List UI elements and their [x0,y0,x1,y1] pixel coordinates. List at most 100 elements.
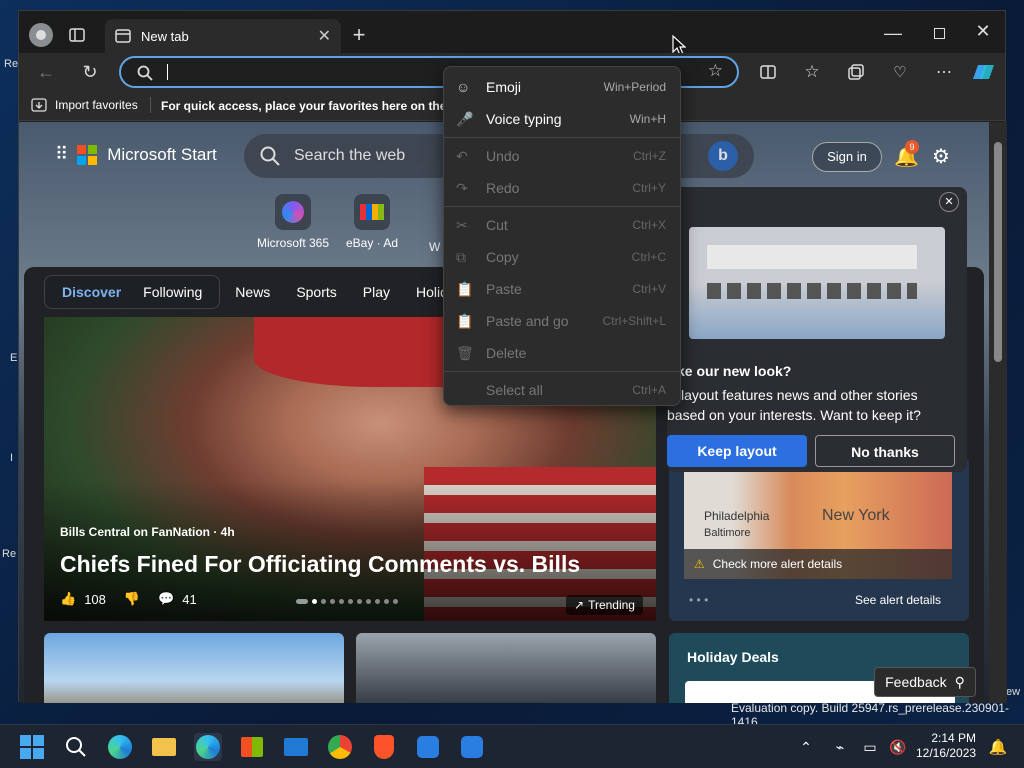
carousel-dots[interactable] [296,599,398,604]
tab-sports[interactable]: Sports [285,275,347,309]
trending-label: Trending [588,598,635,612]
display-icon[interactable]: ▭ [856,733,884,761]
store-icon[interactable] [238,733,266,761]
tab-following[interactable]: Following [132,275,213,309]
preview-tiles [707,283,917,299]
collections-icon[interactable] [845,61,867,83]
edge-icon[interactable] [194,733,222,761]
paste-icon: 📋 [456,280,474,297]
bing-icon[interactable]: b [708,141,738,171]
weather-dots: • • • [689,593,709,607]
dislike-icon[interactable]: 👎 [124,591,140,607]
notification-bell-icon[interactable]: 🔔 [984,733,1012,761]
favorites-icon[interactable]: ☆ [801,61,823,83]
settings-gear-icon[interactable]: ⚙ [932,144,950,169]
start-button-icon[interactable] [18,733,46,761]
text-caret [167,64,168,80]
tab-play[interactable]: Play [352,275,401,309]
clock[interactable]: 2:14 PM 12/16/2023 [916,731,976,761]
favorites-hint: For quick access, place your favorites h… [161,99,461,113]
like-icon[interactable]: 👍 [60,591,76,607]
chrome-icon[interactable] [326,733,354,761]
app-launcher-icon[interactable]: ⠿ [55,144,68,165]
minimize-button[interactable]: — [881,21,905,45]
keep-layout-button[interactable]: Keep layout [667,435,807,467]
more-options-icon[interactable]: ⋯ [933,61,955,83]
feed-tabs: Discover Following News Sports Play Holi… [44,275,474,309]
no-thanks-button[interactable]: No thanks [815,435,955,467]
profile-avatar[interactable] [29,23,53,47]
taskbar: ⌃ ⌁ ▭ 🔇 2:14 PM 12/16/2023 🔔 [0,724,1024,768]
menu-item-shortcut: Win+H [629,112,666,126]
maximize-button[interactable] [927,21,951,45]
close-popup-icon[interactable]: ✕ [939,192,959,212]
article-headline[interactable]: Chiefs Fined For Officiating Comments vs… [60,551,580,578]
menu-item-shortcut: Ctrl+Z [633,149,666,163]
edge-preview-icon[interactable] [106,733,134,761]
new-tab-button[interactable]: + [347,22,371,47]
warning-icon: ⚠ [694,557,705,571]
quick-link-w[interactable]: W [429,240,440,254]
menu-separator [444,371,680,372]
chevron-up-icon[interactable]: ⌃ [792,733,820,761]
network-icon[interactable]: ⌁ [826,733,854,761]
menu-item-shortcut: Ctrl+A [632,383,666,397]
quick-link-ebay[interactable]: eBay · Ad [346,194,398,250]
new-tab-page-icon [115,29,131,43]
comment-icon[interactable]: 💬 [158,591,174,607]
holiday-deals-title: Holiday Deals [687,649,779,665]
copy-icon: ⧉ [456,248,466,265]
feedback-button[interactable]: Feedback ⚲ [874,667,976,697]
copilot-icon[interactable] [971,59,997,85]
sign-in-button[interactable]: Sign in [812,142,882,172]
tab-actions-icon[interactable] [67,25,87,45]
article-card[interactable] [44,633,344,703]
alert-banner[interactable]: ⚠ Check more alert details [684,549,952,579]
brave-icon[interactable] [370,733,398,761]
menu-item-voice-typing[interactable]: 🎤 Voice typing Win+H [444,103,680,135]
close-tab-icon[interactable]: ✕ [318,26,331,46]
quick-link-microsoft-365[interactable]: Microsoft 365 [257,194,329,250]
favorite-star-icon[interactable]: ☆ [708,61,723,81]
menu-item-label: Paste [486,281,522,297]
browser-essentials-icon[interactable]: ♡ [889,61,911,83]
close-window-button[interactable]: ✕ [971,19,995,43]
new-look-popup: ✕ ke our new look? is layout features ne… [667,187,967,472]
delete-icon: 🗑 [456,344,474,361]
refresh-icon[interactable]: ↻ [79,61,101,83]
menu-item-select-all: Select all Ctrl+A [444,374,680,406]
paste-and-go-icon: 📋 [456,312,474,329]
mail-icon[interactable] [282,733,310,761]
menu-item-shortcut: Ctrl+Shift+L [602,314,666,328]
menu-separator [444,137,680,138]
desktop-label: E [10,352,18,364]
redo-icon: ↷ [456,179,468,196]
tab-title: New tab [141,28,189,44]
import-favorites-link[interactable]: Import favorites [31,98,138,112]
tab-discover[interactable]: Discover [51,275,132,309]
search-icon [137,65,153,81]
app-icon[interactable] [458,733,486,761]
article-card[interactable] [356,633,656,703]
back-arrow-icon[interactable]: ← [35,61,57,83]
menu-item-emoji[interactable]: ☺ Emoji Win+Period [444,71,680,103]
file-explorer-icon[interactable] [150,733,178,761]
scrollbar-thumb[interactable] [994,142,1002,362]
import-favorites-label: Import favorites [55,98,138,112]
page-scrollbar[interactable] [989,122,1007,703]
trending-badge: ↗ Trending [566,595,643,615]
app-icon[interactable] [414,733,442,761]
split-screen-icon[interactable] [757,61,779,83]
trending-icon: ↗ [574,598,585,612]
menu-item-shortcut: Ctrl+C [631,250,666,264]
tab-new-tab[interactable]: New tab ✕ [105,19,341,53]
clock-date: 12/16/2023 [916,746,977,760]
search-icon[interactable] [62,733,90,761]
weather-alert-card[interactable]: Philadelphia New York Baltimore ⚠ Check m… [669,457,969,621]
tab-news[interactable]: News [224,275,281,309]
map-city: Baltimore [704,527,751,539]
map-city: New York [822,507,890,524]
sound-muted-icon[interactable]: 🔇 [884,733,912,761]
see-alert-link[interactable]: See alert details [855,593,941,607]
brand-row: ⠿ Microsoft Start [55,144,217,165]
